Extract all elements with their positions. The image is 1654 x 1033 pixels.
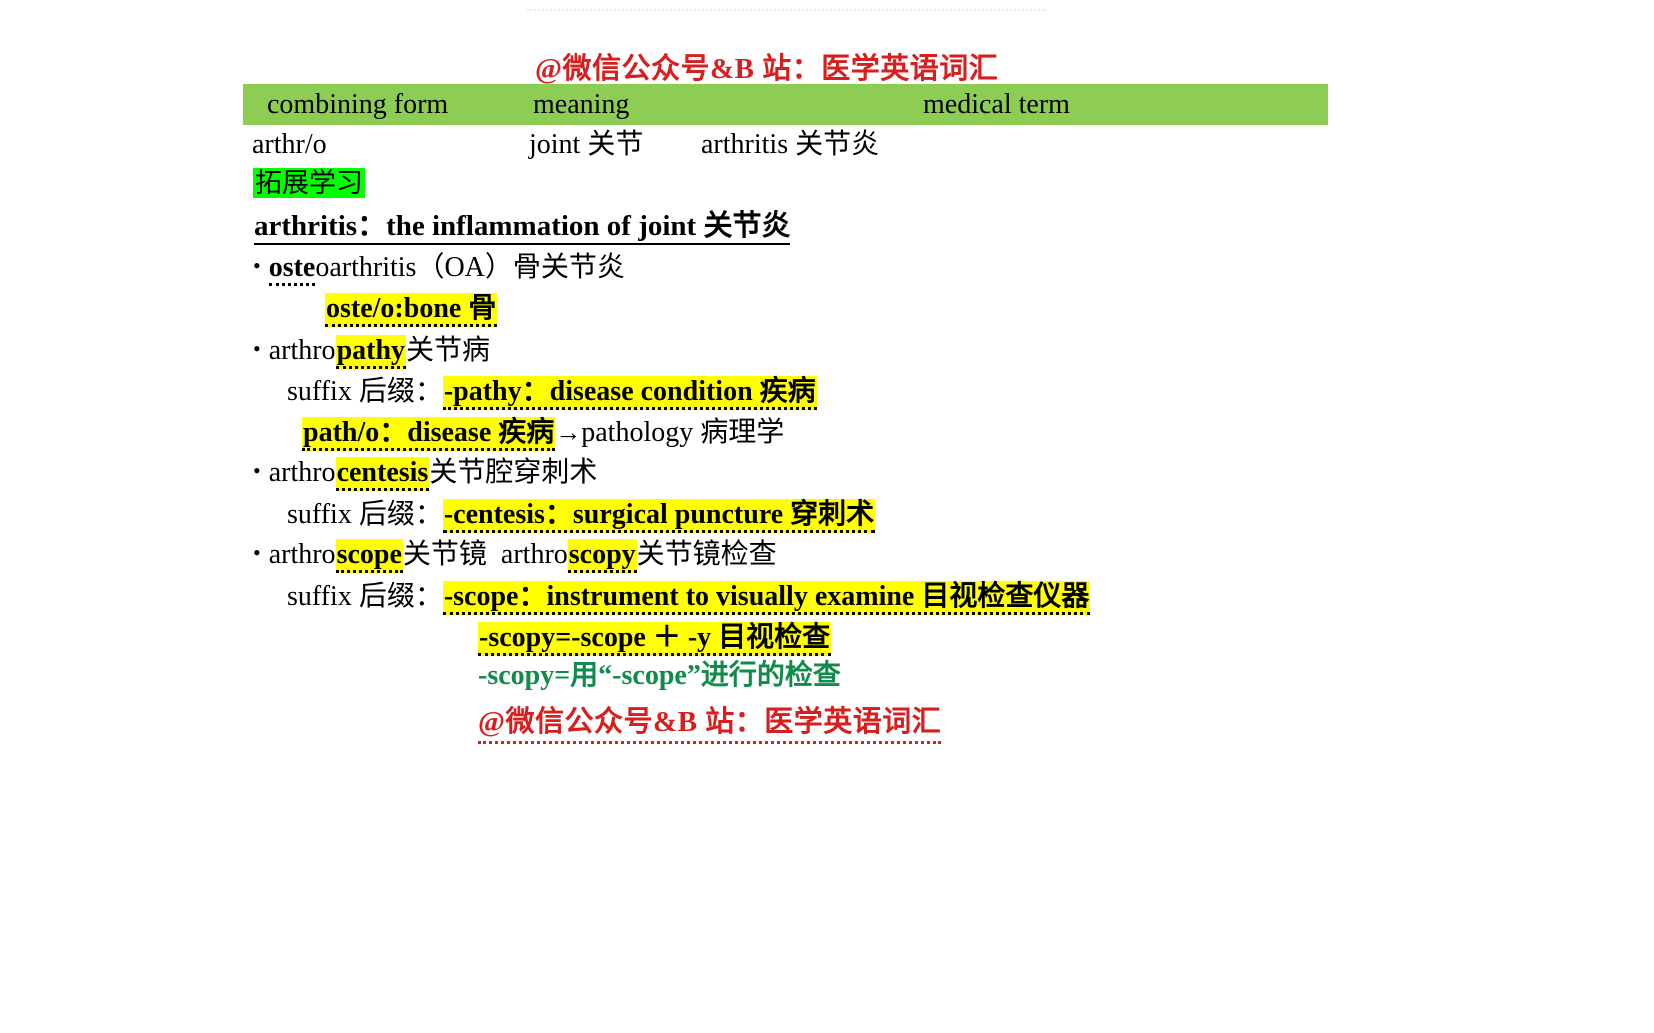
root-patho-value: path/o：disease 疾病 bbox=[302, 417, 556, 451]
arthritis-definition: arthritis：the inflammation of joint 关节炎 bbox=[254, 212, 791, 245]
suffix-label-centesis: suffix 后缀： bbox=[287, 499, 443, 530]
watermark-bottom: @微信公众号&B 站：医学英语词汇 bbox=[478, 698, 942, 744]
entry-arthropathy-prefix: arthro bbox=[268, 335, 336, 366]
entry-arthropathy: arthropathy关节病 bbox=[253, 335, 491, 369]
column-header-meaning: meaning bbox=[533, 88, 630, 120]
entry-arthroscopy-rest: 关节镜检查 bbox=[636, 539, 777, 570]
suffix-pathy-row: suffix 后缀：-pathy：disease condition 疾病 bbox=[287, 376, 817, 410]
entry-arthroscope-prefix: arthro bbox=[268, 539, 336, 570]
table-row: arthr/o joint 关节 arthritis 关节炎 bbox=[252, 131, 879, 159]
top-cropped-artifact bbox=[527, 0, 1047, 11]
cell-combining-form: arthr/o bbox=[252, 129, 327, 160]
suffix-label-scope: suffix 后缀： bbox=[287, 581, 443, 612]
column-header-combining-form: combining form bbox=[267, 88, 449, 120]
arrow-icon: → bbox=[555, 418, 582, 447]
entry-arthropathy-rest: 关节病 bbox=[406, 335, 491, 366]
entry-arthrocentesis: arthrocentesis关节腔穿刺术 bbox=[253, 457, 598, 491]
suffix-value-centesis: -centesis：surgical puncture 穿刺术 bbox=[442, 499, 876, 533]
table-header-bar: combining form meaning medical term bbox=[243, 84, 1328, 125]
cell-medical-term: arthritis 关节炎 bbox=[701, 129, 880, 160]
entry-arthroscope-rest: 关节镜 bbox=[402, 539, 487, 570]
suffix-centesis-row: suffix 后缀：-centesis：surgical puncture 穿刺… bbox=[287, 499, 876, 533]
suffix-scope-row: suffix 后缀：-scope：instrument to visually … bbox=[287, 581, 1091, 615]
entry-arthrocentesis-rest: 关节腔穿刺术 bbox=[429, 457, 598, 488]
gloss-oste: oste/o:bone 骨 bbox=[325, 293, 498, 327]
scopy-equation-row: -scopy=-scope ＋ -y 目视检查 bbox=[478, 622, 832, 656]
entry-osteoarthritis-rest: oarthritis（OA）骨关节炎 bbox=[315, 252, 625, 283]
extend-study-badge: 拓展学习 bbox=[253, 168, 365, 198]
root-centesis: centesis bbox=[335, 457, 430, 491]
root-oste: oste bbox=[268, 252, 316, 286]
extend-study-label: 拓展学习 bbox=[253, 168, 365, 198]
column-header-medical-term: medical term bbox=[923, 88, 1070, 120]
root-pathy: pathy bbox=[335, 335, 407, 369]
gloss-oste-text: oste/o:bone 骨 bbox=[325, 293, 498, 327]
root-patho-row: path/o：disease 疾病→pathology 病理学 bbox=[302, 417, 785, 451]
entry-arthrocentesis-prefix: arthro bbox=[268, 457, 336, 488]
suffix-value-scope: -scope：instrument to visually examine 目视… bbox=[442, 581, 1091, 615]
suffix-value-pathy: -pathy：disease condition 疾病 bbox=[442, 376, 817, 410]
cell-meaning: joint 关节 bbox=[529, 129, 644, 160]
entry-osteoarthritis: osteoarthritis（OA）骨关节炎 bbox=[253, 252, 625, 286]
slide-canvas: @微信公众号&B 站：医学英语词汇 combining form meaning… bbox=[0, 0, 1654, 1033]
scopy-note: -scopy=用“-scope”进行的检查 bbox=[478, 660, 841, 691]
root-scopy: scopy bbox=[567, 539, 637, 573]
entry-arthroscope: arthroscope关节镜 arthroscopy关节镜检查 bbox=[253, 539, 777, 573]
scopy-equation: -scopy=-scope ＋ -y 目视检查 bbox=[478, 622, 832, 656]
root-patho-derived: pathology 病理学 bbox=[581, 417, 785, 448]
root-scope: scope bbox=[335, 539, 403, 573]
entry-arthroscopy-prefix: arthro bbox=[500, 539, 568, 570]
suffix-label-pathy: suffix 后缀： bbox=[287, 376, 443, 407]
